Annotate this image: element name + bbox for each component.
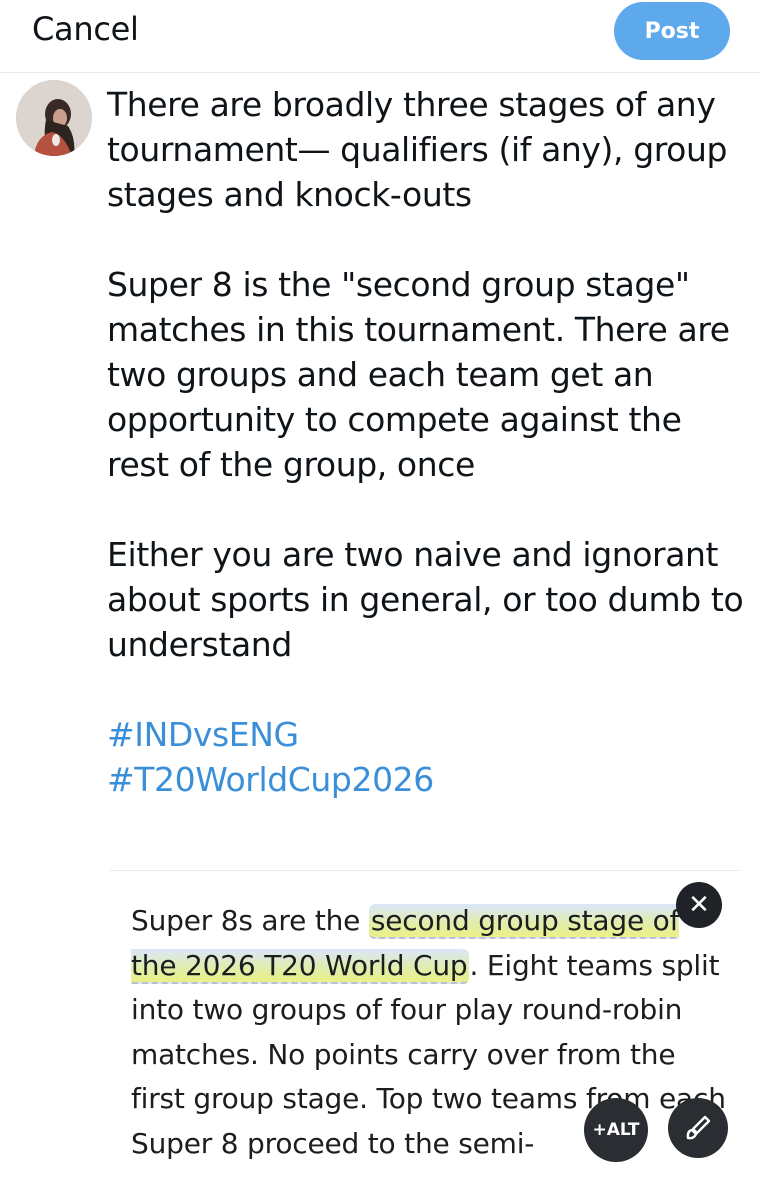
paintbrush-icon (686, 1115, 711, 1140)
hashtag-list: #INDvsENG #T20WorldCup2026 (107, 712, 747, 802)
add-alt-text-button[interactable]: +ALT (584, 1098, 648, 1162)
post-button[interactable]: Post (614, 2, 730, 60)
hashtag-link[interactable]: #T20WorldCup2026 (107, 757, 747, 802)
attached-image[interactable]: Super 8s are the second group stage of t… (110, 871, 760, 1200)
image-text-plain: Super 8s are the (131, 904, 369, 937)
tweet-compose-text[interactable]: There are broadly three stages of any to… (107, 82, 747, 802)
avatar[interactable] (16, 80, 92, 156)
close-icon: ✕ (688, 890, 710, 920)
compose-paragraph: Super 8 is the "second group stage" matc… (107, 265, 730, 484)
compose-paragraph: Either you are two naive and ignorant ab… (107, 535, 744, 664)
compose-header: Cancel Post (0, 0, 760, 73)
remove-image-button[interactable]: ✕ (676, 882, 722, 928)
edit-image-button[interactable] (668, 1098, 728, 1158)
user-avatar-icon (16, 80, 92, 156)
compose-paragraph: There are broadly three stages of any to… (107, 85, 728, 214)
hashtag-link[interactable]: #INDvsENG (107, 712, 747, 757)
cancel-button[interactable]: Cancel (32, 10, 139, 48)
